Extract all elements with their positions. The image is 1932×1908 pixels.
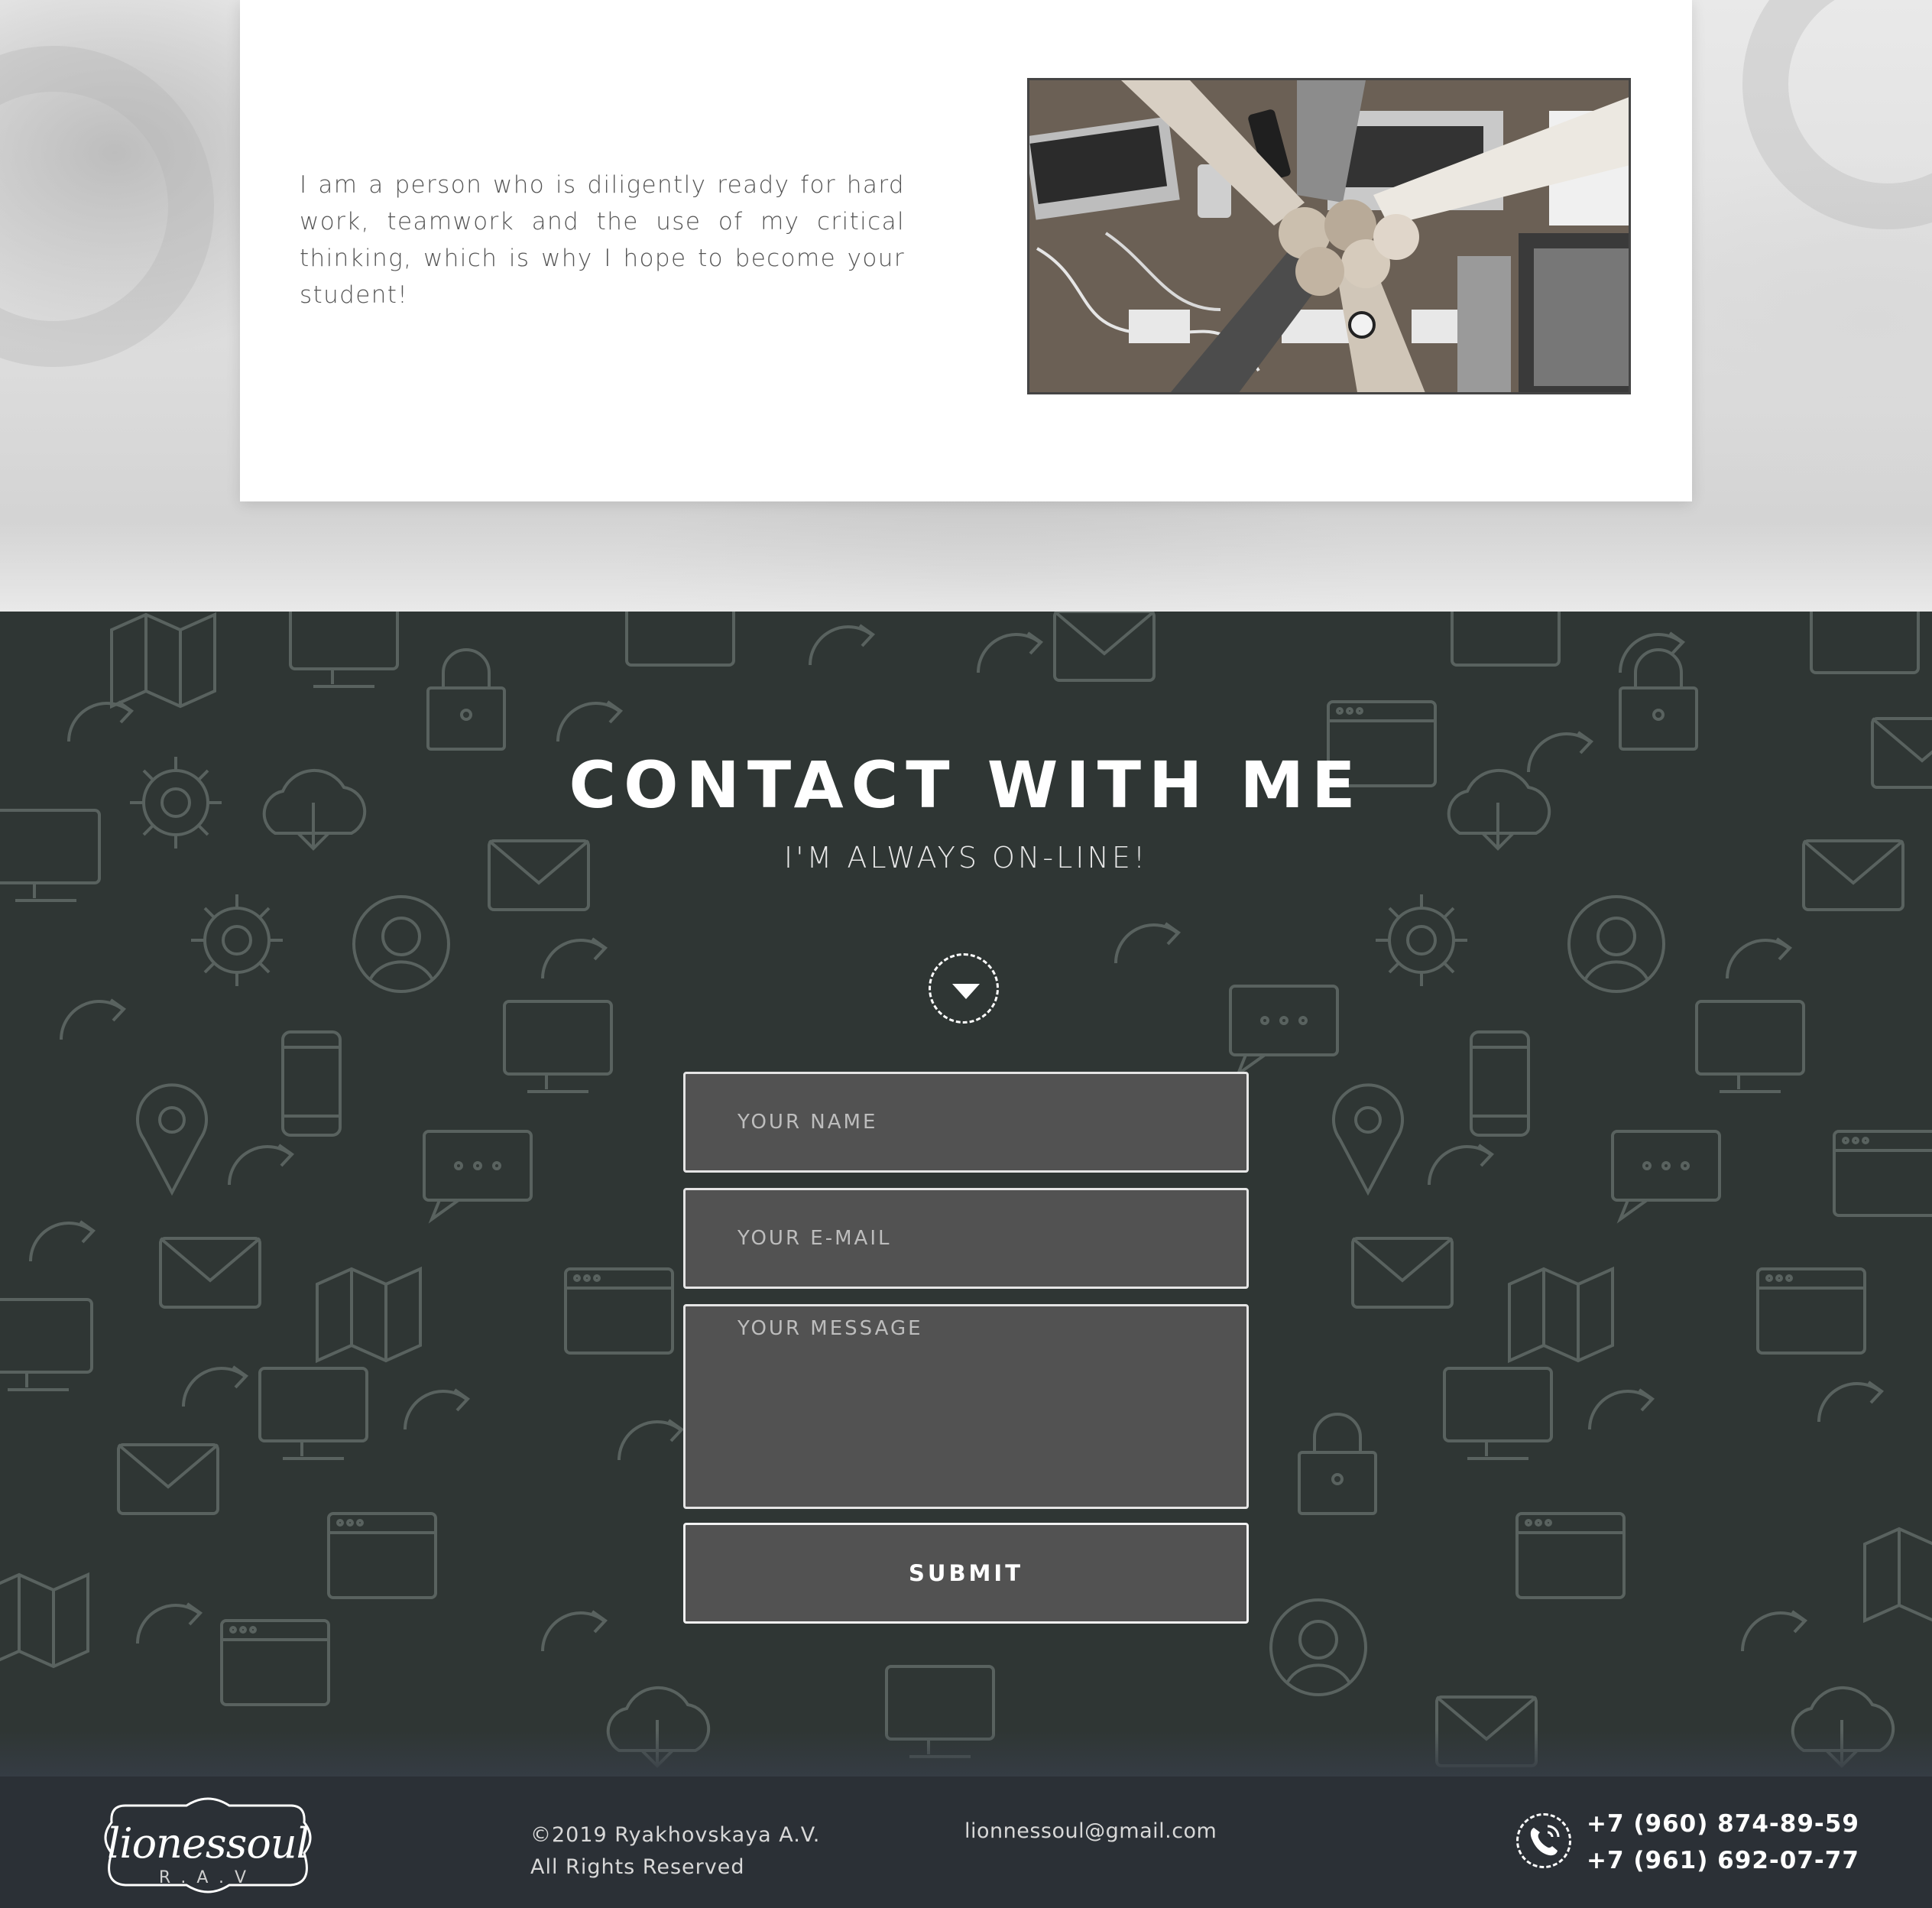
- contact-subtitle: I'M ALWAYS ON-LINE!: [783, 841, 1149, 874]
- message-textarea[interactable]: [683, 1304, 1249, 1509]
- phone-numbers: +7 (960) 874-89-59 +7 (961) 692-07-77: [1587, 1806, 1859, 1879]
- footer: lionessoul R.A.V ©2019 Ryakhovskaya A.V.…: [0, 1777, 1932, 1908]
- chevron-down-icon[interactable]: [929, 953, 999, 1024]
- phone-icon: [1516, 1813, 1571, 1868]
- background-gear-decoration: [1742, 0, 1932, 229]
- logo-subtitle: R.A.V: [158, 1868, 258, 1887]
- submit-button[interactable]: SUBMIT: [683, 1523, 1249, 1624]
- about-text: I am a person who is diligently ready fo…: [300, 171, 905, 309]
- name-input[interactable]: [683, 1072, 1249, 1173]
- logo-text: lionessoul: [107, 1819, 310, 1867]
- phone-number-2[interactable]: +7 (961) 692-07-77: [1587, 1842, 1859, 1879]
- phone-number-1[interactable]: +7 (960) 874-89-59: [1587, 1806, 1859, 1842]
- about-section: I am a person who is diligently ready fo…: [0, 0, 1932, 612]
- copyright: ©2019 Ryakhovskaya A.V. All Rights Reser…: [530, 1819, 820, 1884]
- teamwork-photo-illustration: [1029, 80, 1629, 392]
- contact-section: CONTACT WITH ME I'M ALWAYS ON-LINE! SUBM…: [0, 612, 1932, 1777]
- logo[interactable]: lionessoul R.A.V: [95, 1792, 321, 1899]
- background-gear-decoration: [0, 46, 214, 367]
- copyright-line: ©2019 Ryakhovskaya A.V.: [530, 1823, 821, 1847]
- email-input[interactable]: [683, 1188, 1249, 1289]
- teamwork-photo: [1027, 78, 1631, 394]
- email-link[interactable]: lionnessoul@gmail.com: [964, 1819, 1217, 1843]
- rights-line: All Rights Reserved: [530, 1855, 745, 1879]
- contact-title: CONTACT WITH ME: [569, 748, 1363, 823]
- phone-handset-glyph: [1530, 1825, 1560, 1856]
- about-card: I am a person who is diligently ready fo…: [240, 0, 1692, 501]
